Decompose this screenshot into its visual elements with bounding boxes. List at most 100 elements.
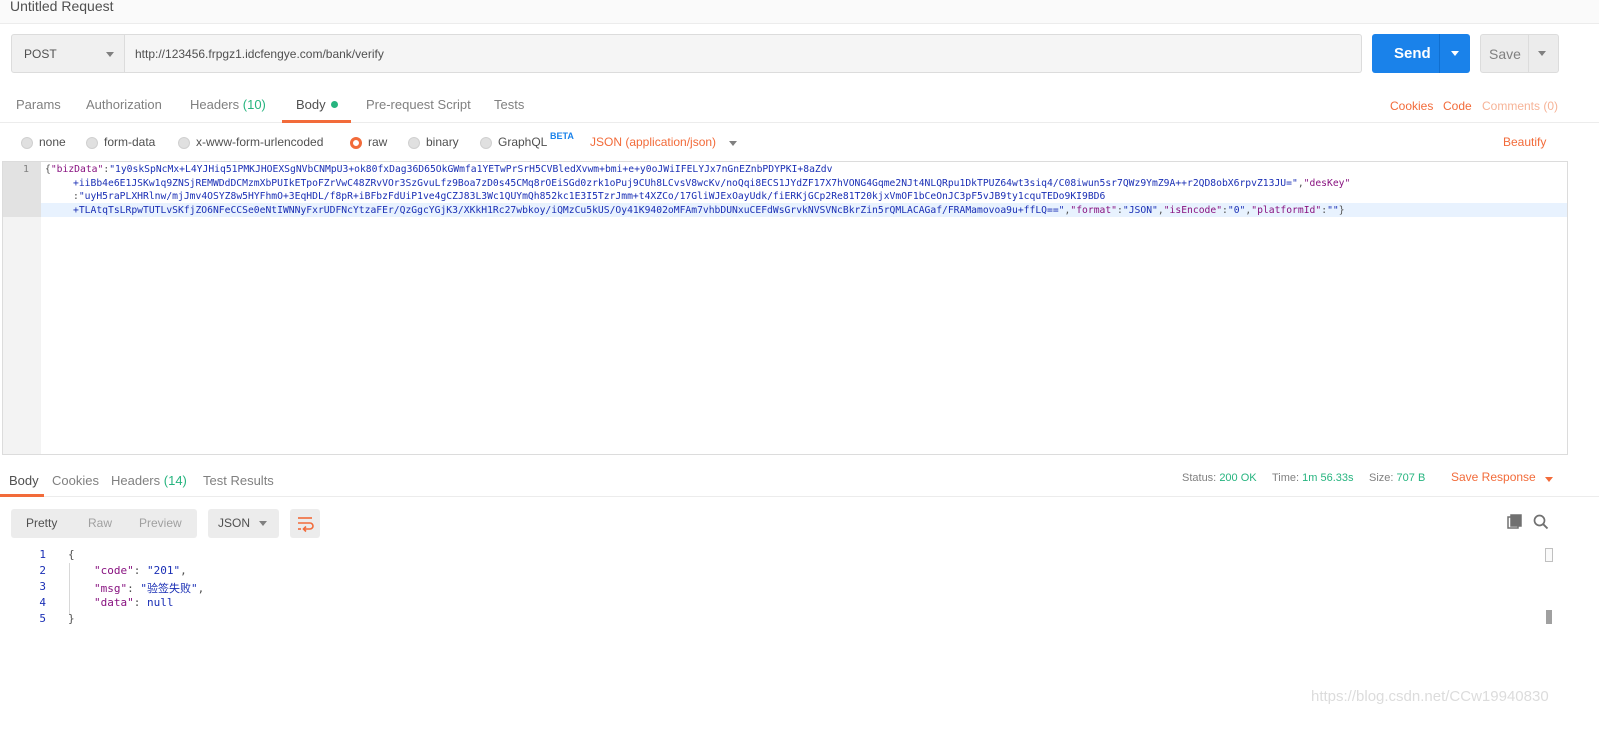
comments-link[interactable]: Comments (0): [1482, 99, 1558, 113]
content-type-chevron-icon[interactable]: [729, 141, 737, 146]
response-tab-body[interactable]: Body: [9, 473, 39, 488]
code-link[interactable]: Code: [1443, 99, 1472, 113]
code-key-format: "format": [1070, 204, 1118, 216]
time-value: 1m 56.33s: [1302, 472, 1354, 484]
format-chevron-icon: [259, 521, 267, 526]
body-modified-dot-icon: [330, 101, 338, 108]
size-value: 707 B: [1396, 472, 1426, 484]
view-mode-pretty[interactable]: Pretty: [26, 516, 57, 530]
code-token: :: [133, 596, 147, 609]
response-tab-headers-label: Headers: [111, 473, 161, 488]
code-key-msg: "msg": [94, 582, 128, 595]
search-icon[interactable]: [1532, 513, 1550, 531]
save-button[interactable]: Save: [1480, 34, 1559, 73]
code-key-data: "data": [94, 596, 134, 609]
response-line-number: 3: [39, 580, 46, 593]
active-tab-indicator: [282, 120, 351, 123]
response-line-number: 1: [39, 548, 46, 561]
send-label: Send: [1394, 45, 1431, 62]
code-value-data: null: [147, 596, 174, 609]
wrap-lines-button[interactable]: [290, 509, 320, 538]
tab-headers-label: Headers: [190, 97, 240, 112]
radio-urlencoded[interactable]: [178, 137, 190, 149]
tab-body-label: Body: [296, 97, 326, 112]
send-divider: [1439, 34, 1440, 73]
response-tab-headers-count: (14): [163, 473, 187, 488]
radio-none[interactable]: [21, 137, 33, 149]
radio-binary[interactable]: [408, 137, 420, 149]
radio-form-data[interactable]: [86, 137, 98, 149]
radio-form-data-label[interactable]: form-data: [104, 135, 155, 149]
tab-pre-request-script[interactable]: Pre-request Script: [366, 97, 471, 112]
body-type-options: none form-data x-www-form-urlencoded raw…: [0, 124, 1599, 160]
save-options-chevron-icon[interactable]: [1538, 51, 1546, 56]
tab-headers-count: (10): [242, 97, 266, 112]
response-scroll-thumb[interactable]: [1546, 610, 1552, 624]
radio-raw-label[interactable]: raw: [368, 135, 387, 149]
tab-tests[interactable]: Tests: [494, 97, 524, 112]
request-body-code[interactable]: {"bizData":"1y0skSpNcMx+L4YJHiq51PMKJHOE…: [45, 163, 1560, 217]
code-key-deskey: "desKey": [1303, 177, 1351, 189]
time-label: Time:: [1272, 472, 1300, 484]
response-line-number: 2: [39, 564, 46, 577]
copy-icon[interactable]: [1506, 513, 1524, 531]
radio-binary-label[interactable]: binary: [426, 135, 459, 149]
size-label: Size:: [1369, 472, 1394, 484]
status-value: 200 OK: [1219, 472, 1257, 484]
watermark: https://blog.csdn.net/CCw19940830: [1311, 688, 1549, 705]
radio-graphql-label[interactable]: GraphQL: [498, 135, 547, 149]
cookies-link[interactable]: Cookies: [1390, 99, 1433, 113]
code-value-bizdata-part2: +iiBb4e6E1JSKw1q9ZNSjREMWDdDCMzmXbPUIkET…: [73, 177, 1298, 189]
response-code-line: "msg": "验签失败",: [94, 580, 204, 596]
response-time: Time: 1m 56.33s: [1272, 472, 1354, 484]
request-title[interactable]: Untitled Request: [10, 0, 114, 14]
code-token: :: [133, 564, 147, 577]
response-format-select[interactable]: JSON: [208, 509, 279, 538]
tab-headers[interactable]: Headers (10): [190, 97, 266, 112]
wrap-lines-icon: [298, 517, 314, 533]
code-token: :: [127, 582, 141, 595]
save-response-chevron-icon[interactable]: [1545, 477, 1553, 482]
fold-guide: [69, 563, 70, 615]
code-token: ,: [180, 564, 187, 577]
response-code-line: }: [68, 612, 75, 625]
code-value-platformid: "": [1327, 204, 1339, 216]
chevron-down-icon: [106, 52, 114, 57]
response-scrollbar[interactable]: [1545, 548, 1553, 562]
code-value-format: "JSON": [1122, 204, 1158, 216]
radio-raw[interactable]: [350, 137, 362, 149]
response-tab-cookies[interactable]: Cookies: [52, 473, 99, 488]
method-select[interactable]: POST: [11, 34, 125, 73]
view-mode-preview[interactable]: Preview: [139, 516, 182, 530]
beautify-link[interactable]: Beautify: [1503, 135, 1546, 149]
view-mode-raw[interactable]: Raw: [88, 516, 112, 530]
url-input[interactable]: http://123456.frpgz1.idcfengye.com/bank/…: [125, 34, 1362, 73]
method-value: POST: [24, 47, 57, 61]
save-label: Save: [1489, 46, 1521, 62]
response-tab-test-results[interactable]: Test Results: [203, 473, 274, 488]
radio-graphql[interactable]: [480, 137, 492, 149]
save-response-button[interactable]: Save Response: [1451, 470, 1536, 484]
radio-none-label[interactable]: none: [39, 135, 66, 149]
graphql-beta-badge: BETA: [550, 131, 574, 141]
tab-authorization[interactable]: Authorization: [86, 97, 162, 112]
radio-urlencoded-label[interactable]: x-www-form-urlencoded: [196, 135, 323, 149]
status-label: Status:: [1182, 472, 1217, 484]
response-size: Size: 707 B: [1369, 472, 1425, 484]
response-code-line: "data": null: [94, 596, 174, 609]
content-type-select[interactable]: JSON (application/json): [590, 135, 716, 149]
tab-body[interactable]: Body: [296, 97, 338, 112]
request-title-bar: Untitled Request: [0, 0, 1599, 24]
code-key-isencode: "isEncode": [1163, 204, 1223, 216]
send-button[interactable]: Send: [1372, 34, 1470, 73]
code-token: }: [68, 612, 75, 625]
line-number: 1: [23, 164, 30, 175]
request-body-editor[interactable]: 1 {"bizData":"1y0skSpNcMx+L4YJHiq51PMKJH…: [2, 161, 1568, 455]
response-status: Status: 200 OK: [1182, 472, 1257, 484]
code-value-msg: "验签失败": [140, 582, 198, 595]
tab-params[interactable]: Params: [16, 97, 61, 112]
response-tab-headers[interactable]: Headers (14): [111, 473, 187, 488]
code-key-bizdata: "bizData": [50, 164, 104, 175]
code-value-deskey-part2: +TLAtqTsLRpwTUTLvSKfjZO6NFeCCSe0eNtIWNNy…: [73, 204, 1065, 216]
send-options-chevron-icon[interactable]: [1451, 51, 1459, 56]
